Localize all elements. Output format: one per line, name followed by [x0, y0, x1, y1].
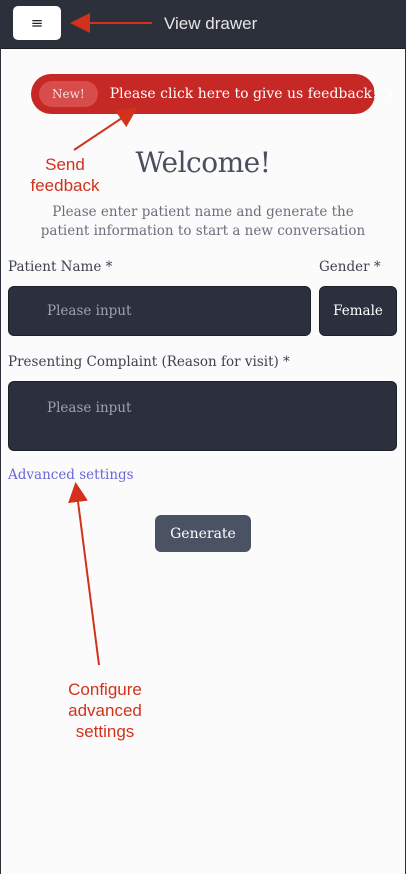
- send-feedback-line-1: Send: [45, 155, 85, 174]
- send-feedback-line-2: feedback: [30, 176, 100, 195]
- configure-line-3: settings: [75, 722, 135, 741]
- configure-annotation: Configure advanced settings: [50, 679, 160, 742]
- view-drawer-annotation: View drawer: [164, 14, 258, 33]
- configure-line-1: Configure: [68, 680, 142, 699]
- configure-line-2: advanced: [68, 701, 142, 720]
- annotation-arrows: [68, 13, 152, 666]
- send-feedback-annotation: Send feedback: [20, 154, 110, 196]
- advanced-arrow: [68, 482, 100, 666]
- feedback-arrow: [73, 107, 138, 151]
